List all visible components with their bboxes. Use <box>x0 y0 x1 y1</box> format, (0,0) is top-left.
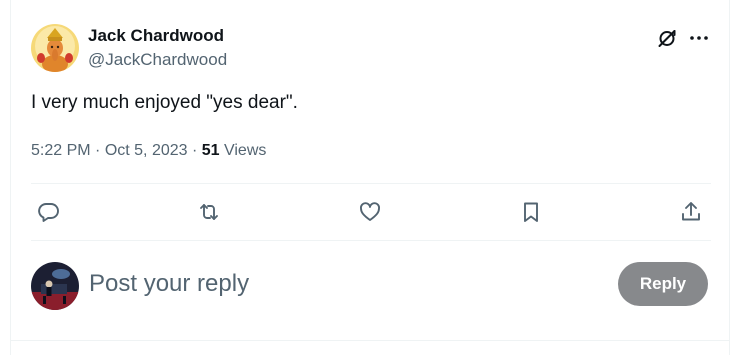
current-user-avatar[interactable] <box>31 262 79 310</box>
author-name[interactable]: Jack Chardwood <box>88 26 224 46</box>
divider <box>31 240 711 241</box>
divider <box>11 340 729 341</box>
bookmark-icon <box>524 202 538 222</box>
more-options-icon[interactable] <box>687 26 711 50</box>
retweet-button[interactable] <box>197 200 221 224</box>
views-count: 51 <box>201 142 220 159</box>
author-handle[interactable]: @JackChardwood <box>88 50 227 70</box>
author-avatar-image <box>31 24 79 72</box>
heart-icon <box>360 202 380 221</box>
views-label: Views <box>219 142 267 159</box>
grok-icon[interactable] <box>655 26 679 50</box>
tweet-text: I very much enjoyed "yes dear". <box>31 92 298 113</box>
bookmark-button[interactable] <box>519 200 543 224</box>
share-button[interactable] <box>679 200 703 224</box>
meta-separator: · <box>187 142 202 159</box>
reply-input[interactable] <box>89 266 589 302</box>
meta-separator: · <box>90 142 105 159</box>
tweet-detail-panel: Jack Chardwood @JackChardwood I very muc… <box>10 0 730 355</box>
tweet-time[interactable]: 5:22 PM <box>31 142 91 159</box>
reply-submit-button[interactable]: Reply <box>618 262 708 306</box>
tweet-meta: 5:22 PM · Oct 5, 2023 · 51 Views <box>31 140 266 162</box>
retweet-icon <box>200 204 218 220</box>
reply-icon <box>38 203 59 222</box>
share-icon <box>682 202 700 221</box>
current-user-avatar-image <box>31 262 79 310</box>
divider <box>31 183 711 184</box>
tweet-date[interactable]: Oct 5, 2023 <box>105 142 188 159</box>
reply-button[interactable] <box>37 200 61 224</box>
like-button[interactable] <box>358 200 382 224</box>
author-avatar[interactable] <box>31 24 79 72</box>
